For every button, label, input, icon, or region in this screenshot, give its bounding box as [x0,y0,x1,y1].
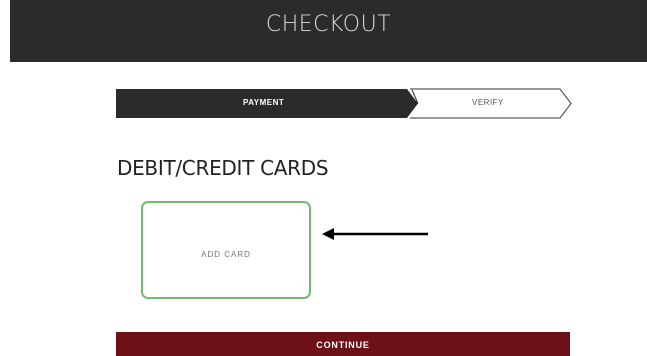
add-card-label: ADD CARD [201,250,251,259]
continue-label: CONTINUE [316,340,370,350]
arrow-left-icon [322,228,428,240]
add-card-button[interactable]: ADD CARD [141,201,311,299]
section-title: DEBIT/CREDIT CARDS [117,156,329,180]
page-title: CHECKOUT [265,12,392,37]
step-verify[interactable]: VERIFY [472,98,504,107]
checkout-progress: PAYMENT VERIFY [116,88,572,119]
checkout-header: CHECKOUT [10,0,647,62]
step-payment[interactable]: PAYMENT [243,98,284,107]
continue-button[interactable]: CONTINUE [116,332,570,356]
